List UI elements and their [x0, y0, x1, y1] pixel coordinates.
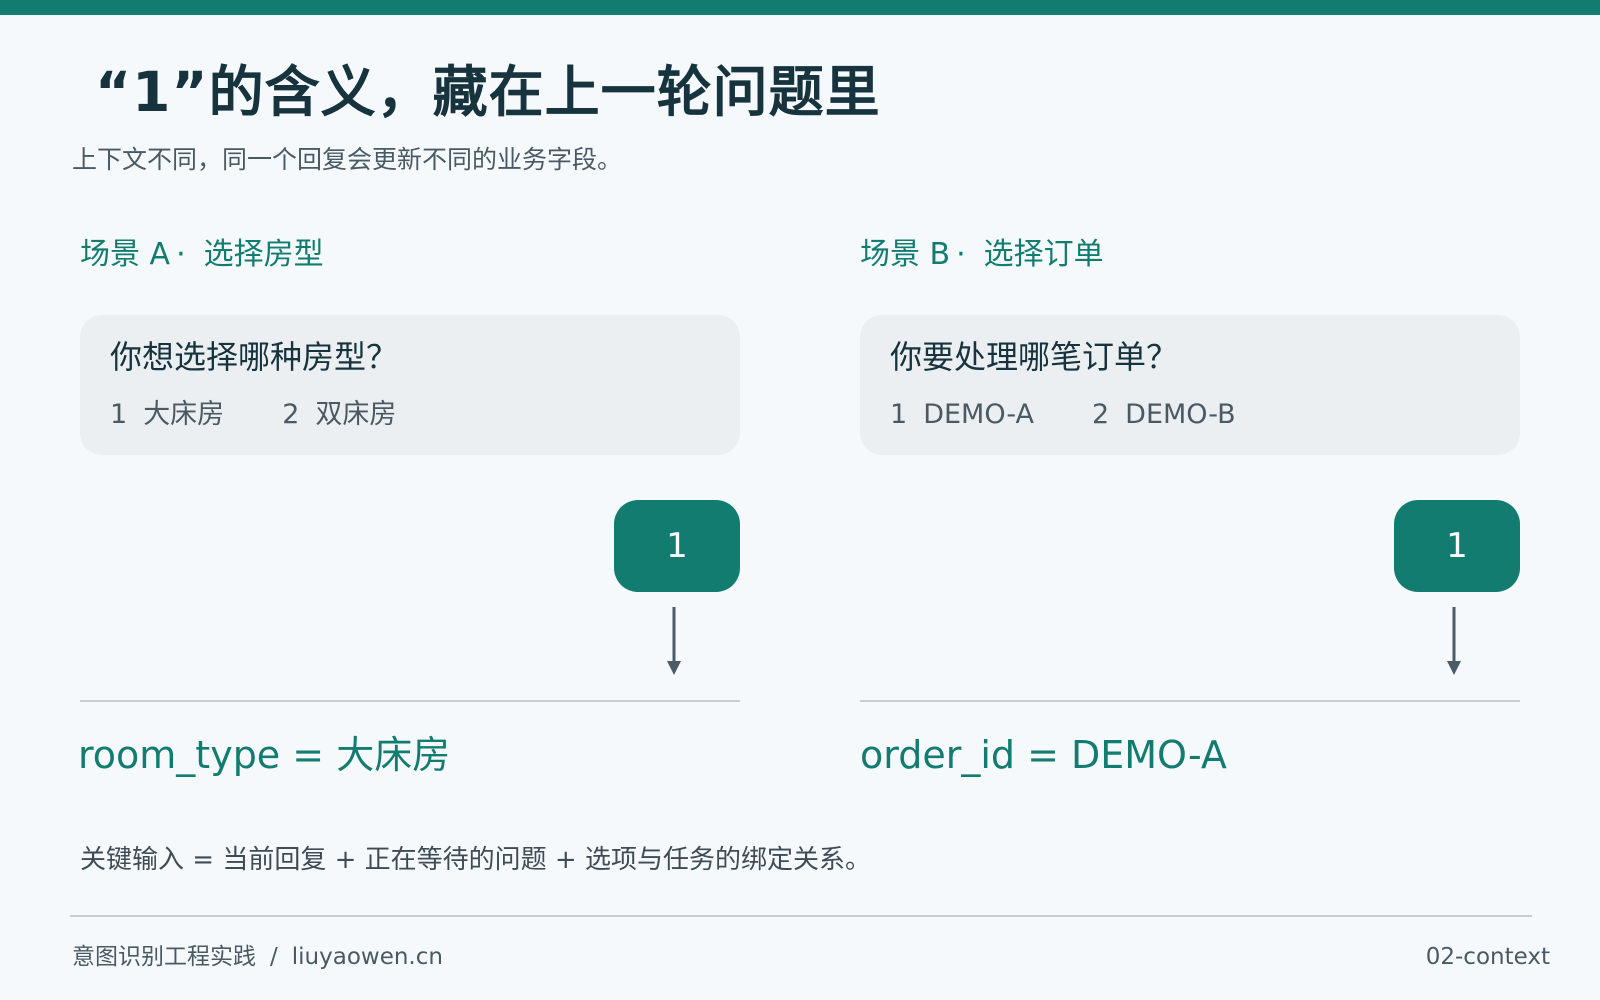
option-number: 2 — [282, 399, 300, 430]
scenario-b-options: 1 DEMO-A 2 DEMO-B — [890, 395, 1294, 435]
option-number: 1 — [890, 399, 908, 430]
scenario-b-reply-bubble: 1 — [1394, 500, 1520, 592]
scenario-a-options: 1 大床房 2 双床房 — [110, 395, 454, 435]
top-accent-bar — [0, 0, 1600, 15]
scenario-a-divider — [80, 700, 740, 702]
scenario-a-heading: 场景 A · 选择房型 — [80, 235, 324, 275]
option-number: 1 — [110, 399, 128, 430]
scenario-b-option-2: 2 DEMO-B — [1092, 395, 1236, 435]
scenario-a-result: room_type = 大床房 — [78, 733, 451, 777]
page-title: “1”的含义，藏在上一轮问题里 — [95, 60, 881, 124]
scenario-a-option-1: 1 大床房 — [110, 395, 224, 435]
scenario-b-separator: · — [956, 237, 966, 272]
footer-divider — [70, 915, 1532, 917]
scenario-b-option-1: 1 DEMO-A — [890, 395, 1034, 435]
option-text: 双床房 — [315, 399, 397, 430]
scenario-a-question: 你想选择哪种房型？ — [110, 338, 399, 376]
footer-left: 意图识别工程实践 / liuyaowen.cn — [72, 940, 443, 974]
scenario-b-name: 选择订单 — [983, 237, 1104, 272]
footer-page-id: 02-context — [1425, 944, 1550, 970]
footer-site: liuyaowen.cn — [291, 944, 443, 970]
scenario-b-divider — [860, 700, 1520, 702]
scenario-a-reply: 1 — [666, 526, 688, 566]
arrow-down-icon — [667, 607, 681, 675]
scenario-a-question-card: 你想选择哪种房型？ 1 大床房 2 双床房 — [80, 315, 740, 455]
scenario-b-label: 场景 B — [860, 237, 951, 272]
scenario-b-reply: 1 — [1446, 526, 1468, 566]
page-subtitle: 上下文不同，同一个回复会更新不同的业务字段。 — [72, 145, 623, 174]
scenario-b-question-card: 你要处理哪笔订单？ 1 DEMO-A 2 DEMO-B — [860, 315, 1520, 455]
scenario-a-name: 选择房型 — [203, 237, 324, 272]
scenario-b-question: 你要处理哪笔订单？ — [890, 338, 1179, 376]
scenario-a-label: 场景 A — [80, 237, 171, 272]
footer-course-title: 意图识别工程实践 — [72, 944, 256, 970]
summary-text: 关键输入 = 当前回复 + 正在等待的问题 + 选项与任务的绑定关系。 — [80, 845, 871, 875]
scenario-b-heading: 场景 B · 选择订单 — [860, 235, 1104, 275]
option-text: 大床房 — [143, 399, 225, 430]
footer-separator: / — [270, 944, 278, 970]
arrow-down-icon — [1447, 607, 1461, 675]
option-text: DEMO-A — [923, 399, 1034, 430]
option-number: 2 — [1091, 399, 1110, 430]
scenario-b-result: order_id = DEMO-A — [860, 733, 1227, 777]
scenario-a-option-2: 2 双床房 — [282, 395, 396, 435]
option-text: DEMO-B — [1125, 399, 1236, 430]
scenario-a-separator: · — [176, 237, 186, 272]
scenario-a-reply-bubble: 1 — [614, 500, 740, 592]
